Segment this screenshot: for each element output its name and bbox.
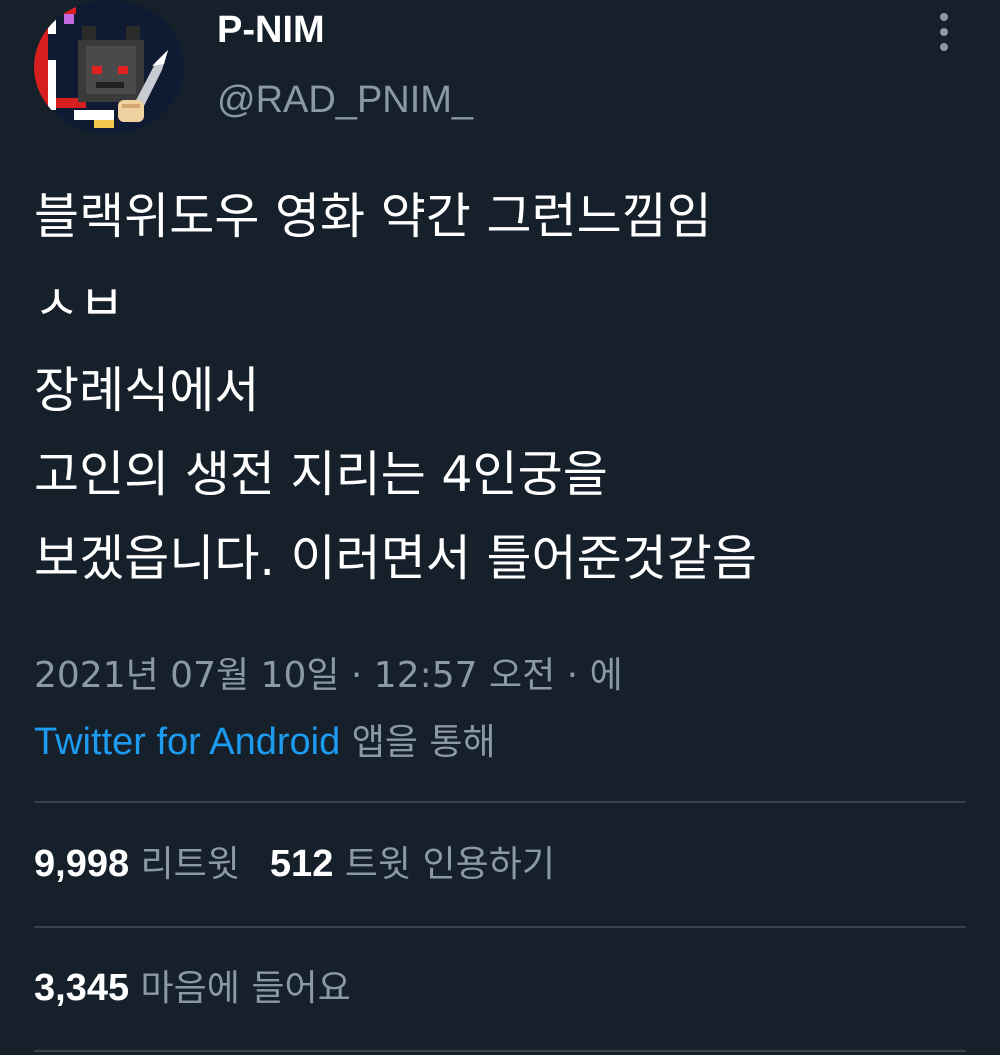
- quotes-stat[interactable]: 512 트윗 인용하기: [269, 843, 555, 885]
- source-app-link[interactable]: Twitter for Android: [34, 721, 340, 763]
- divider: [34, 801, 966, 803]
- quotes-count: 512: [269, 843, 334, 885]
- likes-stats: 3,345 마음에 들어요: [34, 962, 351, 1015]
- author-name[interactable]: P-NIM: [217, 8, 325, 52]
- tweet-line: 고인의 생전 지리는 4인궁을: [34, 446, 608, 503]
- retweets-count: 9,998: [34, 843, 130, 885]
- retweet-quote-stats: 9,998 리트윗 512 트윗 인용하기: [34, 838, 555, 891]
- tweet-text: 블랙위도우 영화 약간 그런느낌임 ㅅㅂ 장례식에서 고인의 생전 지리는 4인…: [34, 175, 974, 601]
- pixel-character-with-knife-icon: [34, 0, 184, 134]
- more-options-button[interactable]: [928, 10, 960, 54]
- tweet-source: Twitter for Android 앱을 통해: [34, 716, 496, 769]
- tweet-line: 장례식에서: [34, 362, 260, 419]
- likes-label: 마음에 들어요: [140, 968, 351, 1009]
- more-vertical-icon: [940, 13, 948, 51]
- likes-stat[interactable]: 3,345 마음에 들어요: [34, 967, 351, 1009]
- divider: [34, 1050, 966, 1052]
- likes-count: 3,345: [34, 967, 130, 1009]
- tweet-timestamp[interactable]: 2021년 07월 10일 · 12:57 오전 · 에: [34, 650, 623, 702]
- retweets-stat[interactable]: 9,998 리트윗: [34, 843, 240, 885]
- tweet-line: 보겠읍니다. 이러면서 틀어준것같음: [34, 530, 757, 587]
- quotes-label: 트윗 인용하기: [344, 844, 555, 885]
- tweet-line: 블랙위도우 영화 약간 그런느낌임: [34, 188, 712, 245]
- tweet-line: ㅅㅂ: [34, 275, 125, 332]
- source-suffix: 앱을 통해: [340, 722, 496, 763]
- retweets-label: 리트윗: [140, 844, 240, 885]
- divider: [34, 926, 966, 928]
- author-avatar[interactable]: [34, 0, 184, 134]
- author-handle[interactable]: @RAD_PNIM_: [217, 78, 473, 122]
